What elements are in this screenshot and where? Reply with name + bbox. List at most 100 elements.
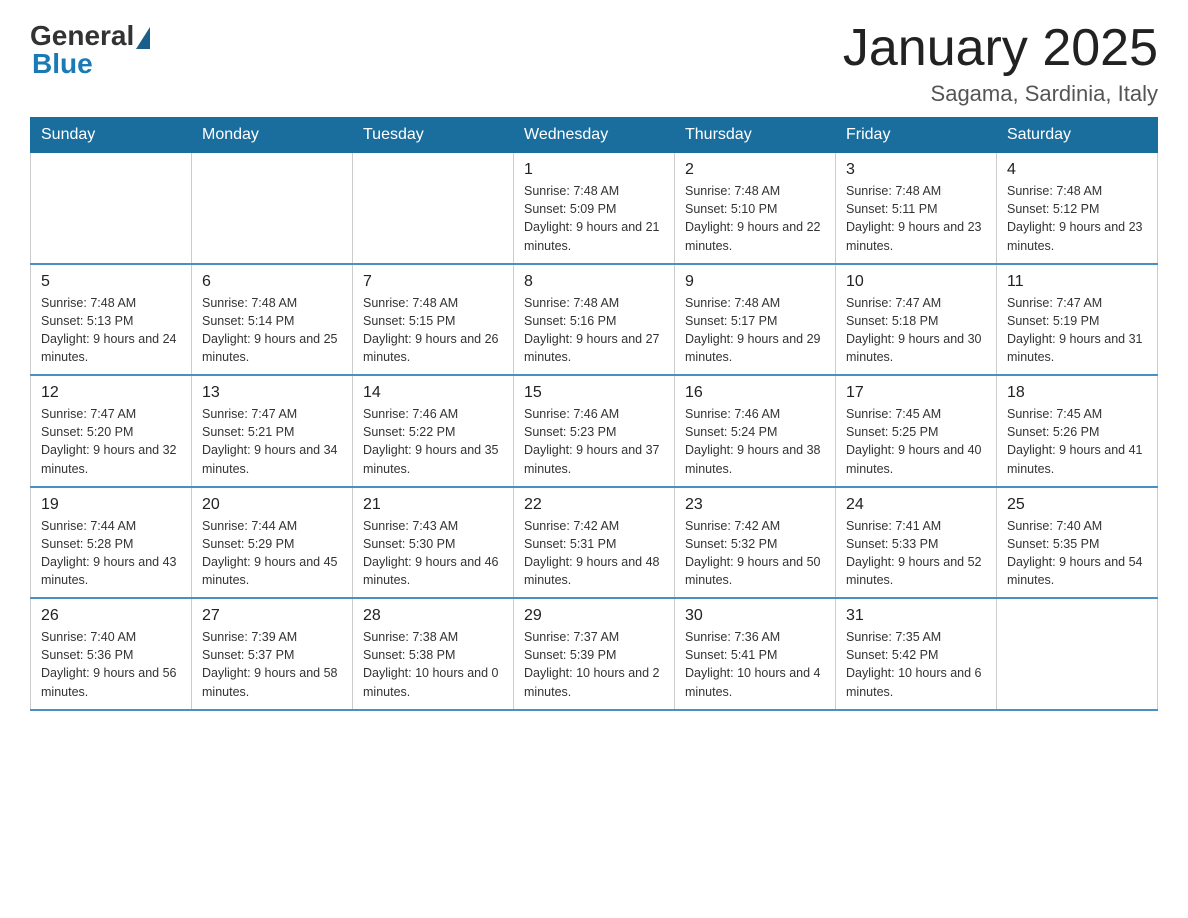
- table-row: 19Sunrise: 7:44 AM Sunset: 5:28 PM Dayli…: [31, 487, 192, 599]
- table-row: 14 Sunrise: 7:46 AM Sunset: 5:22 PM Dayli…: [353, 375, 514, 487]
- table-row: 24 Sunrise: 7:41 AM Sunset: 5:33 PM Dayli…: [836, 487, 997, 599]
- day-number: 14: [363, 384, 503, 402]
- table-row: 17 Sunrise: 7:45 AM Sunset: 5:25 PM Dayli…: [836, 375, 997, 487]
- day-number: 27: [202, 607, 342, 625]
- table-row: 8 Sunrise: 7:48 AM Sunset: 5:16 PM Daylig…: [514, 264, 675, 376]
- day-number: 28: [363, 607, 503, 625]
- table-row: 5 Sunrise: 7:48 AM Sunset: 5:13 PM Daylig…: [31, 264, 192, 376]
- calendar-week-row: 19Sunrise: 7:44 AM Sunset: 5:28 PM Dayli…: [31, 487, 1158, 599]
- day-info: Sunrise: 7:44 AM Sunset: 5:28 PM Dayligh…: [41, 517, 181, 590]
- col-monday: Monday: [192, 118, 353, 153]
- table-row: 25Sunrise: 7:40 AM Sunset: 5:35 PM Dayli…: [997, 487, 1158, 599]
- day-info: Sunrise: 7:48 AM Sunset: 5:15 PM Dayligh…: [363, 294, 503, 367]
- logo: General Blue: [30, 20, 150, 80]
- day-number: 22: [524, 496, 664, 514]
- day-number: 16: [685, 384, 825, 402]
- day-info: Sunrise: 7:48 AM Sunset: 5:13 PM Dayligh…: [41, 294, 181, 367]
- table-row: 2 Sunrise: 7:48 AM Sunset: 5:10 PM Daylig…: [675, 153, 836, 264]
- col-thursday: Thursday: [675, 118, 836, 153]
- table-row: 18Sunrise: 7:45 AM Sunset: 5:26 PM Dayli…: [997, 375, 1158, 487]
- day-info: Sunrise: 7:40 AM Sunset: 5:36 PM Dayligh…: [41, 628, 181, 701]
- table-row: 3 Sunrise: 7:48 AM Sunset: 5:11 PM Daylig…: [836, 153, 997, 264]
- logo-triangle-icon: [136, 27, 150, 49]
- day-number: 13: [202, 384, 342, 402]
- day-number: 8: [524, 273, 664, 291]
- day-number: 7: [363, 273, 503, 291]
- day-info: Sunrise: 7:44 AM Sunset: 5:29 PM Dayligh…: [202, 517, 342, 590]
- day-number: 24: [846, 496, 986, 514]
- col-saturday: Saturday: [997, 118, 1158, 153]
- day-number: 6: [202, 273, 342, 291]
- day-number: 20: [202, 496, 342, 514]
- day-number: 11: [1007, 273, 1147, 291]
- table-row: 29 Sunrise: 7:37 AM Sunset: 5:39 PM Dayli…: [514, 598, 675, 710]
- day-number: 25: [1007, 496, 1147, 514]
- day-info: Sunrise: 7:48 AM Sunset: 5:17 PM Dayligh…: [685, 294, 825, 367]
- page-header: General Blue January 2025 Sagama, Sardin…: [30, 20, 1158, 107]
- table-row: 23Sunrise: 7:42 AM Sunset: 5:32 PM Dayli…: [675, 487, 836, 599]
- table-row: 4 Sunrise: 7:48 AM Sunset: 5:12 PM Daylig…: [997, 153, 1158, 264]
- day-number: 5: [41, 273, 181, 291]
- day-number: 29: [524, 607, 664, 625]
- day-info: Sunrise: 7:48 AM Sunset: 5:12 PM Dayligh…: [1007, 182, 1147, 255]
- day-number: 12: [41, 384, 181, 402]
- day-number: 1: [524, 161, 664, 179]
- day-number: 3: [846, 161, 986, 179]
- table-row: [192, 153, 353, 264]
- day-info: Sunrise: 7:37 AM Sunset: 5:39 PM Dayligh…: [524, 628, 664, 701]
- table-row: 11 Sunrise: 7:47 AM Sunset: 5:19 PM Dayli…: [997, 264, 1158, 376]
- day-number: 10: [846, 273, 986, 291]
- title-section: January 2025 Sagama, Sardinia, Italy: [843, 20, 1158, 107]
- col-wednesday: Wednesday: [514, 118, 675, 153]
- day-info: Sunrise: 7:48 AM Sunset: 5:10 PM Dayligh…: [685, 182, 825, 255]
- table-row: 12Sunrise: 7:47 AM Sunset: 5:20 PM Dayli…: [31, 375, 192, 487]
- table-row: 30 Sunrise: 7:36 AM Sunset: 5:41 PM Dayli…: [675, 598, 836, 710]
- day-info: Sunrise: 7:48 AM Sunset: 5:11 PM Dayligh…: [846, 182, 986, 255]
- day-info: Sunrise: 7:47 AM Sunset: 5:18 PM Dayligh…: [846, 294, 986, 367]
- day-info: Sunrise: 7:42 AM Sunset: 5:32 PM Dayligh…: [685, 517, 825, 590]
- day-number: 9: [685, 273, 825, 291]
- day-info: Sunrise: 7:45 AM Sunset: 5:26 PM Dayligh…: [1007, 405, 1147, 478]
- day-info: Sunrise: 7:46 AM Sunset: 5:22 PM Dayligh…: [363, 405, 503, 478]
- day-info: Sunrise: 7:47 AM Sunset: 5:21 PM Dayligh…: [202, 405, 342, 478]
- day-info: Sunrise: 7:46 AM Sunset: 5:23 PM Dayligh…: [524, 405, 664, 478]
- table-row: 9 Sunrise: 7:48 AM Sunset: 5:17 PM Daylig…: [675, 264, 836, 376]
- day-info: Sunrise: 7:47 AM Sunset: 5:19 PM Dayligh…: [1007, 294, 1147, 367]
- calendar-week-row: 12Sunrise: 7:47 AM Sunset: 5:20 PM Dayli…: [31, 375, 1158, 487]
- day-number: 21: [363, 496, 503, 514]
- day-number: 26: [41, 607, 181, 625]
- day-info: Sunrise: 7:48 AM Sunset: 5:16 PM Dayligh…: [524, 294, 664, 367]
- day-info: Sunrise: 7:48 AM Sunset: 5:09 PM Dayligh…: [524, 182, 664, 255]
- calendar-week-row: 1 Sunrise: 7:48 AM Sunset: 5:09 PM Daylig…: [31, 153, 1158, 264]
- table-row: 6Sunrise: 7:48 AM Sunset: 5:14 PM Daylig…: [192, 264, 353, 376]
- calendar-header-row: Sunday Monday Tuesday Wednesday Thursday…: [31, 118, 1158, 153]
- day-info: Sunrise: 7:38 AM Sunset: 5:38 PM Dayligh…: [363, 628, 503, 701]
- table-row: 26 Sunrise: 7:40 AM Sunset: 5:36 PM Dayli…: [31, 598, 192, 710]
- day-number: 30: [685, 607, 825, 625]
- location-subtitle: Sagama, Sardinia, Italy: [843, 81, 1158, 107]
- day-number: 2: [685, 161, 825, 179]
- table-row: 20 Sunrise: 7:44 AM Sunset: 5:29 PM Dayli…: [192, 487, 353, 599]
- table-row: 13 Sunrise: 7:47 AM Sunset: 5:21 PM Dayli…: [192, 375, 353, 487]
- table-row: [31, 153, 192, 264]
- table-row: 22 Sunrise: 7:42 AM Sunset: 5:31 PM Dayli…: [514, 487, 675, 599]
- table-row: 1 Sunrise: 7:48 AM Sunset: 5:09 PM Daylig…: [514, 153, 675, 264]
- calendar-week-row: 5 Sunrise: 7:48 AM Sunset: 5:13 PM Daylig…: [31, 264, 1158, 376]
- day-number: 15: [524, 384, 664, 402]
- day-number: 4: [1007, 161, 1147, 179]
- col-tuesday: Tuesday: [353, 118, 514, 153]
- calendar-week-row: 26 Sunrise: 7:40 AM Sunset: 5:36 PM Dayli…: [31, 598, 1158, 710]
- day-number: 17: [846, 384, 986, 402]
- table-row: 21Sunrise: 7:43 AM Sunset: 5:30 PM Dayli…: [353, 487, 514, 599]
- day-info: Sunrise: 7:45 AM Sunset: 5:25 PM Dayligh…: [846, 405, 986, 478]
- day-number: 31: [846, 607, 986, 625]
- day-info: Sunrise: 7:36 AM Sunset: 5:41 PM Dayligh…: [685, 628, 825, 701]
- table-row: 31Sunrise: 7:35 AM Sunset: 5:42 PM Dayli…: [836, 598, 997, 710]
- table-row: 15 Sunrise: 7:46 AM Sunset: 5:23 PM Dayli…: [514, 375, 675, 487]
- day-info: Sunrise: 7:41 AM Sunset: 5:33 PM Dayligh…: [846, 517, 986, 590]
- table-row: 10 Sunrise: 7:47 AM Sunset: 5:18 PM Dayli…: [836, 264, 997, 376]
- table-row: [997, 598, 1158, 710]
- day-info: Sunrise: 7:46 AM Sunset: 5:24 PM Dayligh…: [685, 405, 825, 478]
- day-info: Sunrise: 7:42 AM Sunset: 5:31 PM Dayligh…: [524, 517, 664, 590]
- table-row: [353, 153, 514, 264]
